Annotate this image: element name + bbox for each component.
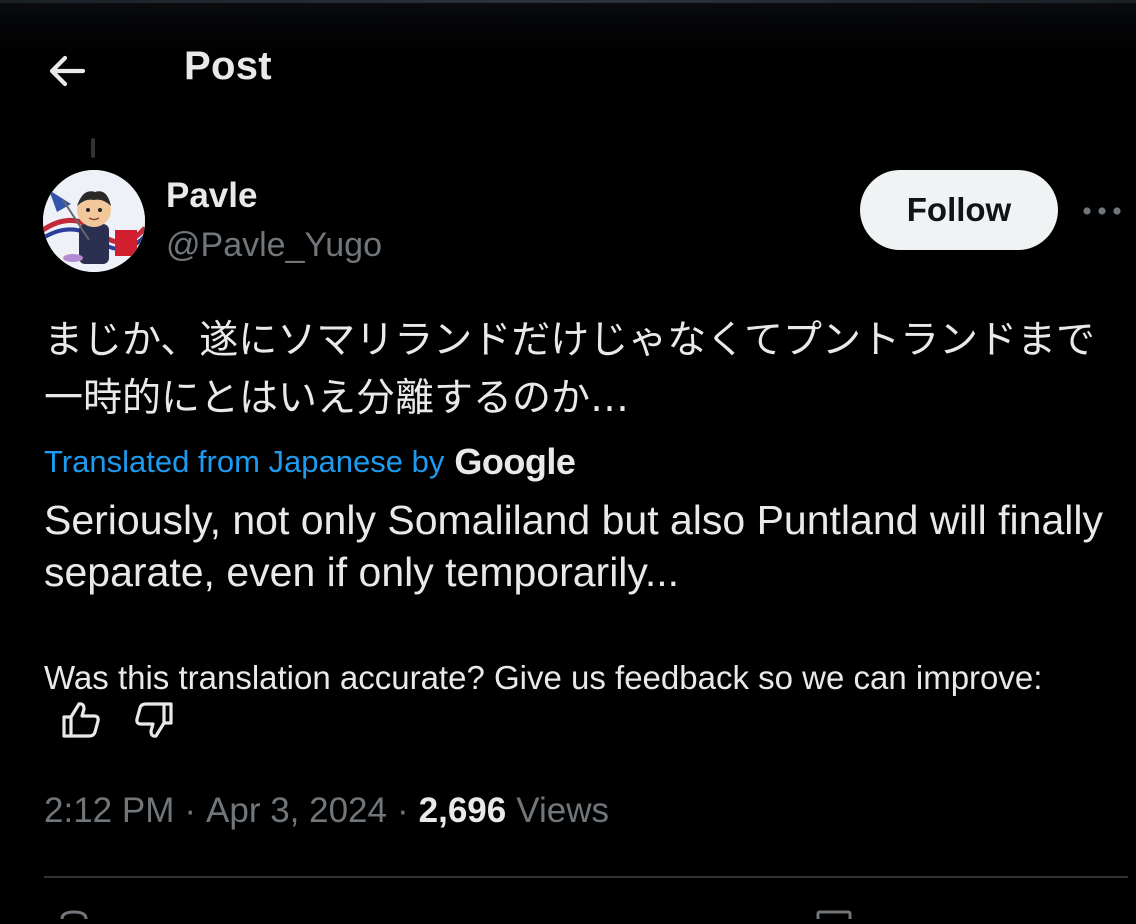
- post-date[interactable]: Apr 3, 2024: [206, 791, 387, 831]
- separator-dot: ·: [184, 791, 197, 830]
- divider: [44, 876, 1128, 878]
- thumbs-down-icon: [135, 702, 173, 739]
- post-original-text: まじか、遂にソマリランドだけじゃなくてプントランドまで一時的にとはいえ分離するの…: [44, 318, 1096, 421]
- thumbs-up-button[interactable]: [60, 700, 102, 740]
- more-options-button[interactable]: [1080, 196, 1124, 226]
- translation-feedback: Was this translation accurate? Give us f…: [44, 656, 1044, 744]
- more-horizontal-icon: [1083, 207, 1121, 215]
- post-translated-text: Seriously, not only Somaliland but also …: [44, 497, 1103, 595]
- top-bar: Post: [0, 0, 1136, 136]
- translation-attribution: Translated from Japanese by Google: [44, 438, 576, 486]
- action-bar-peek: [0, 900, 1136, 920]
- translation-label[interactable]: Translated from Japanese by: [44, 444, 444, 480]
- arrow-left-icon: [49, 55, 86, 87]
- author-handle[interactable]: @Pavle_Yugo: [166, 226, 382, 265]
- separator-dot: ·: [396, 791, 409, 830]
- action-icons-partial: [60, 910, 852, 920]
- post-time[interactable]: 2:12 PM: [44, 791, 174, 831]
- page-title: Post: [184, 44, 272, 88]
- feedback-prompt: Was this translation accurate? Give us f…: [44, 659, 1043, 696]
- views-label: Views: [516, 791, 609, 830]
- thumbs-up-icon: [62, 702, 100, 738]
- follow-button[interactable]: Follow: [860, 170, 1058, 250]
- avatar-image: [43, 170, 145, 272]
- google-logo: Google: [454, 441, 576, 482]
- top-edge: [0, 0, 1136, 3]
- thread-connector: [91, 138, 95, 158]
- author-display-name[interactable]: Pavle: [166, 176, 257, 216]
- avatar[interactable]: [43, 170, 145, 272]
- back-button[interactable]: [40, 44, 94, 98]
- post-metadata: 2:12 PM · Apr 3, 2024 · 2,696 Views: [44, 786, 609, 836]
- thumbs-down-button[interactable]: [133, 700, 175, 740]
- views-count: 2,696: [418, 791, 507, 830]
